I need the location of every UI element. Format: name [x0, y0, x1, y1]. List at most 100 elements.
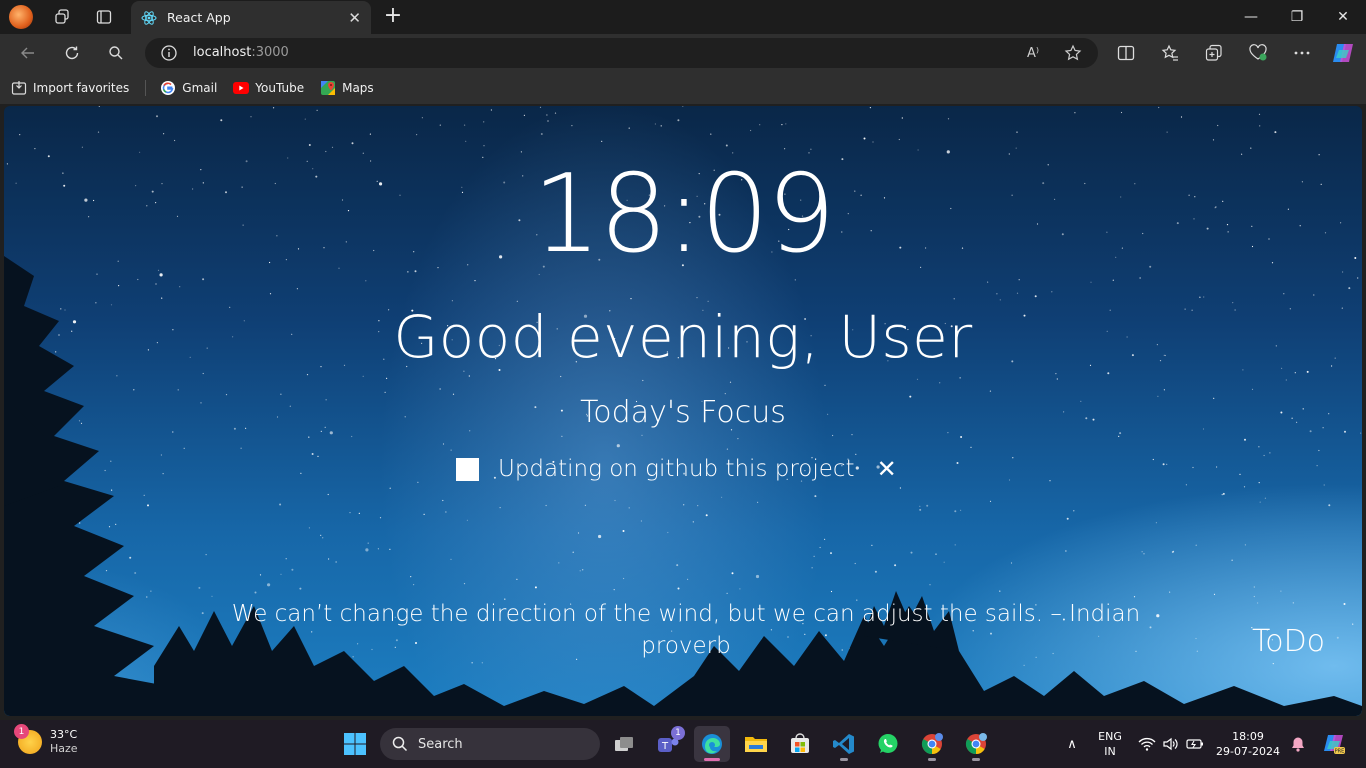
star — [291, 568, 294, 571]
star — [960, 436, 963, 438]
star — [285, 558, 287, 560]
star — [211, 638, 213, 640]
taskbar-file-explorer[interactable] — [738, 726, 774, 762]
profile-avatar[interactable] — [9, 5, 33, 29]
star — [110, 460, 112, 462]
star — [31, 647, 34, 650]
star — [389, 548, 391, 550]
taskbar-chrome-2[interactable] — [958, 726, 994, 762]
star — [466, 519, 468, 521]
address-bar[interactable]: localhost:3000 A⁾ — [145, 38, 1098, 68]
tab-close-icon[interactable]: ✕ — [348, 9, 361, 27]
workspaces-icon[interactable] — [50, 6, 74, 28]
site-info-icon[interactable] — [160, 44, 178, 62]
favorite-import[interactable]: Import favorites — [11, 80, 129, 96]
star — [259, 574, 262, 576]
volume-icon[interactable] — [1162, 735, 1180, 753]
star — [1171, 551, 1174, 553]
task-view-button[interactable] — [606, 726, 642, 762]
whatsapp-icon — [878, 734, 898, 753]
star — [692, 521, 694, 523]
remove-focus-icon[interactable]: ✕ — [877, 457, 897, 481]
taskbar-vscode[interactable] — [826, 726, 862, 762]
tab-actions-icon[interactable] — [92, 6, 116, 28]
todo-link[interactable]: ToDo — [1252, 624, 1325, 659]
star — [254, 591, 257, 594]
language-indicator[interactable]: ENG IN — [1094, 729, 1126, 759]
new-tab-button[interactable]: + — [380, 4, 406, 30]
search-icon[interactable] — [103, 41, 129, 65]
star — [267, 583, 271, 587]
collections-icon[interactable] — [1201, 41, 1227, 65]
search-icon — [392, 736, 408, 752]
favorite-maps[interactable]: Maps — [320, 80, 374, 96]
close-window-button[interactable]: ✕ — [1320, 0, 1366, 34]
star — [1241, 153, 1243, 155]
browser-essentials-icon[interactable] — [1245, 41, 1271, 65]
star — [1316, 465, 1318, 467]
star — [445, 511, 447, 513]
minimize-button[interactable]: — — [1228, 0, 1274, 34]
split-screen-icon[interactable] — [1113, 41, 1139, 65]
tab-react-app[interactable]: React App ✕ — [131, 1, 371, 34]
star — [830, 590, 833, 593]
star — [687, 578, 689, 580]
star — [726, 448, 729, 450]
star — [571, 125, 573, 127]
notifications-bell-icon[interactable] — [1289, 735, 1307, 753]
show-hidden-icons-button[interactable]: ∧ — [1063, 735, 1081, 753]
star — [482, 156, 484, 158]
star — [1056, 378, 1058, 380]
star — [725, 144, 728, 147]
star — [369, 133, 371, 135]
star — [384, 391, 386, 393]
favorite-star-icon[interactable] — [1063, 44, 1083, 62]
star — [335, 561, 337, 563]
star — [27, 504, 30, 507]
focus-checkbox[interactable] — [456, 457, 479, 481]
taskbar-edge[interactable] — [694, 726, 730, 762]
favorite-gmail[interactable]: Gmail — [160, 80, 217, 96]
star — [916, 378, 919, 380]
star — [327, 493, 329, 496]
star — [201, 612, 204, 615]
star — [1152, 458, 1154, 461]
star — [13, 280, 15, 282]
star — [584, 504, 587, 506]
star — [413, 584, 415, 586]
star — [389, 487, 391, 489]
star — [824, 538, 826, 540]
favorite-youtube[interactable]: YouTube — [233, 80, 304, 96]
star — [417, 481, 419, 483]
copilot-icon[interactable] — [1330, 41, 1356, 65]
taskbar-clock[interactable]: 18:09 29-07-2024 — [1214, 729, 1282, 759]
refresh-icon[interactable] — [59, 41, 85, 65]
star — [483, 145, 485, 147]
more-options-icon[interactable] — [1289, 41, 1315, 65]
wifi-icon[interactable] — [1138, 735, 1156, 753]
star — [601, 140, 603, 142]
star — [1015, 147, 1017, 149]
star — [1051, 291, 1053, 293]
taskbar-search[interactable]: Search — [380, 728, 600, 760]
copilot-taskbar-icon[interactable]: PRE — [1323, 733, 1345, 755]
star — [137, 278, 139, 281]
maximize-button[interactable]: ❐ — [1274, 0, 1320, 34]
taskbar-chrome-1[interactable] — [914, 726, 950, 762]
taskbar-whatsapp[interactable] — [870, 726, 906, 762]
star — [1283, 293, 1285, 295]
star — [115, 523, 117, 525]
star — [95, 613, 97, 615]
favorites-icon[interactable] — [1157, 41, 1183, 65]
star — [1348, 287, 1351, 290]
battery-icon[interactable] — [1186, 735, 1204, 753]
read-aloud-icon[interactable]: A⁾ — [1023, 44, 1043, 62]
star — [540, 133, 543, 135]
start-button[interactable] — [337, 726, 373, 762]
star — [202, 372, 204, 375]
star — [134, 572, 137, 574]
back-icon[interactable] — [15, 41, 41, 65]
taskbar-teams[interactable]: T 1 — [650, 726, 686, 762]
taskbar-store[interactable] — [782, 726, 818, 762]
weather-widget[interactable]: 1 33°C Haze — [14, 724, 78, 756]
